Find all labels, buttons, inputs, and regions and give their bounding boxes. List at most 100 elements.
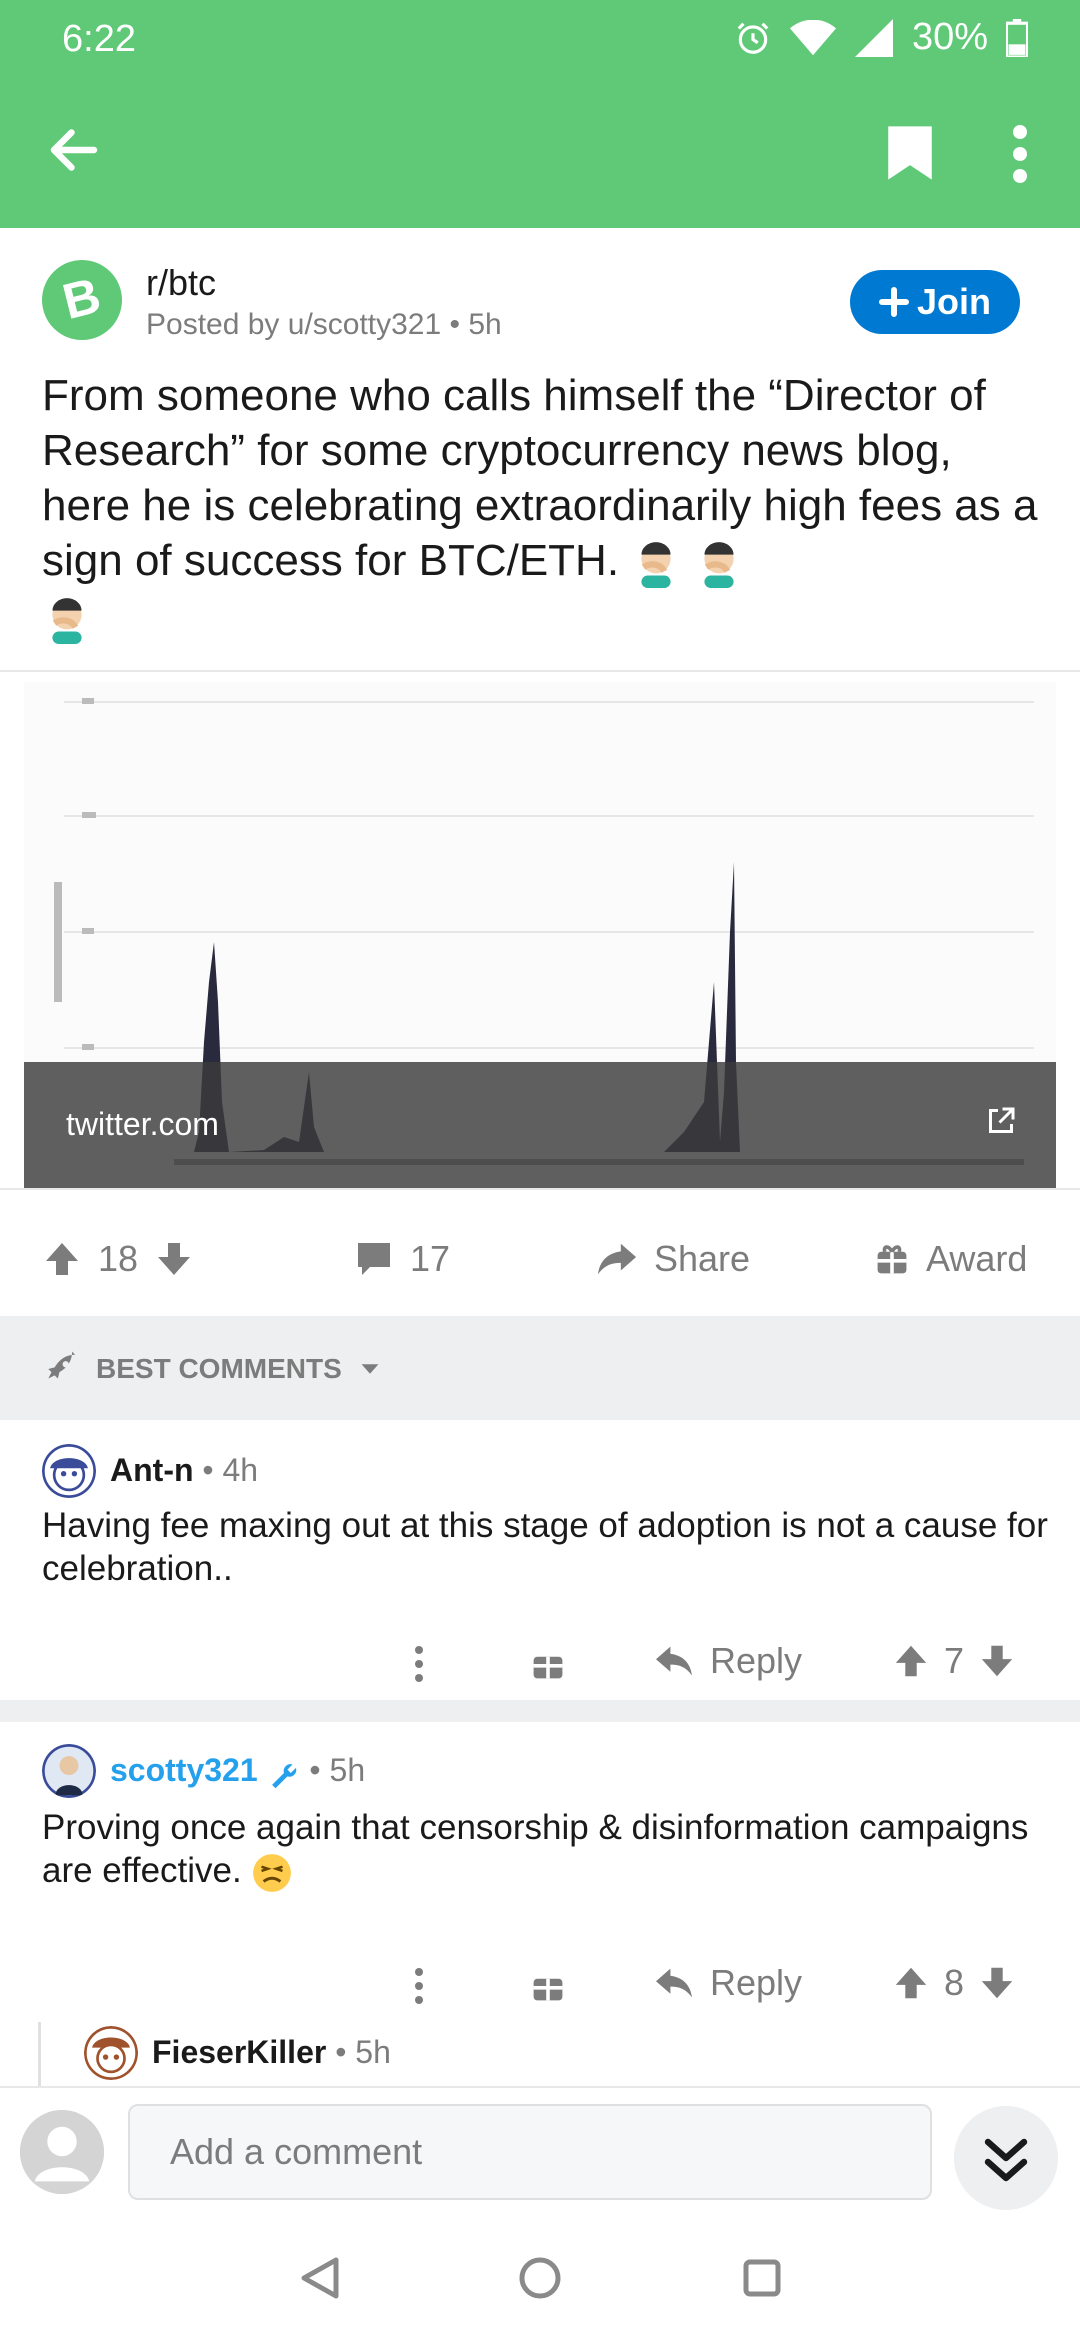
- comment-author-line: Ant-n • 4h: [110, 1452, 258, 1489]
- vote-group: 18: [42, 1238, 194, 1280]
- comment-body: Proving once again that censorship & dis…: [42, 1806, 1052, 1894]
- downvote-icon[interactable]: [978, 1964, 1016, 2002]
- share-button[interactable]: Share: [596, 1238, 750, 1280]
- comment-input[interactable]: Add a comment: [128, 2104, 932, 2200]
- avatar[interactable]: [84, 2026, 138, 2080]
- rocket-icon: [48, 1351, 76, 1379]
- reply-button[interactable]: Reply: [654, 1962, 802, 2004]
- toolbar: [0, 100, 1080, 210]
- thread-line: [38, 2022, 41, 2086]
- comment-body-text: Proving once again that censorship & dis…: [42, 1808, 1029, 1890]
- comment-score: 7: [944, 1640, 965, 1681]
- subreddit-name[interactable]: r/btc: [146, 262, 216, 304]
- post-title: From someone who calls himself the “Dire…: [42, 368, 1042, 644]
- comment-vote-group: 7: [892, 1640, 1016, 1682]
- alarm-icon: [737, 22, 769, 54]
- meta-dot: •: [202, 1452, 223, 1488]
- reply-label: Reply: [710, 1962, 803, 2003]
- sort-label: BEST COMMENTS: [96, 1353, 342, 1384]
- collapse-icon[interactable]: [954, 2106, 1058, 2210]
- battery-icon: [1006, 18, 1028, 57]
- avatar[interactable]: [42, 1744, 96, 1798]
- share-icon: [597, 1243, 637, 1275]
- post-meta: Posted by u/scotty321 • 5h: [146, 308, 502, 342]
- post-score: 18: [98, 1238, 139, 1279]
- comment-reply: FieserKiller • 5h: [0, 2022, 1080, 2086]
- award-button[interactable]: Award: [874, 1238, 1027, 1280]
- external-link-icon: [989, 1107, 1015, 1133]
- reply-icon: [656, 1646, 692, 1676]
- comments-button[interactable]: 17: [354, 1238, 450, 1280]
- meta-dot: •: [335, 2034, 356, 2070]
- join-button[interactable]: Join: [850, 270, 1020, 334]
- comment-vote-group: 8: [892, 1962, 1016, 2004]
- comment-sort-bar[interactable]: BEST COMMENTS: [0, 1316, 1080, 1420]
- downvote-icon[interactable]: [154, 1239, 194, 1279]
- back-arrow-icon[interactable]: [44, 120, 104, 180]
- reply-icon: [656, 1968, 692, 1998]
- post-header: B r/btc Posted by u/scotty321 • 5h Join: [42, 260, 1042, 350]
- meta-dot: •: [449, 308, 469, 341]
- comment-actions: Reply 8: [0, 1954, 1080, 2014]
- gift-icon[interactable]: [530, 1968, 566, 2004]
- more-vert-icon[interactable]: [412, 1968, 426, 2004]
- comment-author[interactable]: Ant-n: [110, 1452, 194, 1488]
- comment-separator: [0, 1700, 1080, 1722]
- system-nav-bar: [0, 2216, 1080, 2340]
- nav-recents-icon[interactable]: [742, 2258, 782, 2298]
- chevron-down-icon: [361, 1364, 379, 1374]
- comment-body: Having fee maxing out at this stage of a…: [42, 1506, 1048, 1588]
- comment-score: 8: [944, 1962, 965, 2003]
- comment-age: 4h: [222, 1452, 259, 1488]
- upvote-icon[interactable]: [42, 1239, 82, 1279]
- bookmark-icon[interactable]: [885, 124, 935, 182]
- comment: scotty321 • 5h Proving once again that c…: [0, 1722, 1080, 2022]
- nav-back-icon[interactable]: [300, 2256, 340, 2300]
- upvote-icon[interactable]: [892, 1642, 930, 1680]
- post-action-bar: 18 17 Share Award: [0, 1210, 1080, 1320]
- posted-by[interactable]: Posted by u/scotty321: [146, 308, 441, 341]
- join-label: Join: [916, 281, 991, 322]
- status-bar: 6:22 30%: [0, 0, 1080, 80]
- comment: Ant-n • 4h Having fee maxing out at this…: [0, 1420, 1080, 1700]
- plus-icon: [878, 287, 909, 317]
- battery-percent: 30%: [911, 16, 988, 58]
- meta-dot: •: [309, 1752, 330, 1788]
- reply-label: Reply: [710, 1640, 803, 1681]
- more-vert-icon[interactable]: [1005, 124, 1035, 184]
- award-label: Award: [926, 1238, 1028, 1279]
- comment-age: 5h: [329, 1752, 366, 1788]
- comment-actions: Reply 7: [0, 1632, 1080, 1692]
- comment-author[interactable]: scotty321: [110, 1752, 258, 1788]
- more-vert-icon[interactable]: [412, 1646, 426, 1682]
- app-header: 6:22 30%: [0, 0, 1080, 228]
- facepalm-emoji-icon: [52, 597, 82, 644]
- nav-home-icon[interactable]: [518, 2256, 562, 2300]
- downvote-icon[interactable]: [978, 1642, 1016, 1680]
- mod-wrench-icon: [271, 1763, 296, 1788]
- facepalm-emoji-icon: [641, 542, 671, 589]
- comment-author[interactable]: FieserKiller: [152, 2034, 326, 2070]
- upvote-icon[interactable]: [892, 1964, 930, 2002]
- avatar[interactable]: [42, 1444, 96, 1498]
- gift-icon: [877, 1245, 907, 1274]
- bitcoin-cash-icon: B: [58, 273, 106, 327]
- comment-author-line: FieserKiller • 5h: [152, 2034, 391, 2071]
- user-avatar[interactable]: [20, 2110, 104, 2194]
- wifi-icon: [789, 19, 836, 55]
- link-preview[interactable]: twitter.com: [0, 670, 1080, 1190]
- gift-icon[interactable]: [530, 1646, 566, 1682]
- link-bar[interactable]: twitter.com: [24, 1062, 1056, 1188]
- comment-author-line: scotty321 • 5h: [110, 1752, 365, 1790]
- persevering-face-emoji-icon: [253, 1853, 292, 1892]
- reply-button[interactable]: Reply: [654, 1640, 802, 1682]
- status-time: 6:22: [62, 18, 136, 60]
- signal-icon: [854, 18, 893, 57]
- subreddit-avatar[interactable]: B: [42, 260, 122, 340]
- comment-composer: Add a comment: [0, 2086, 1080, 2216]
- facepalm-emoji-icon: [703, 542, 734, 589]
- comment-icon: [358, 1243, 390, 1275]
- comment-age: 5h: [355, 2034, 391, 2070]
- post-age: 5h: [468, 308, 502, 341]
- post-title-text: From someone who calls himself the “Dire…: [42, 371, 1038, 585]
